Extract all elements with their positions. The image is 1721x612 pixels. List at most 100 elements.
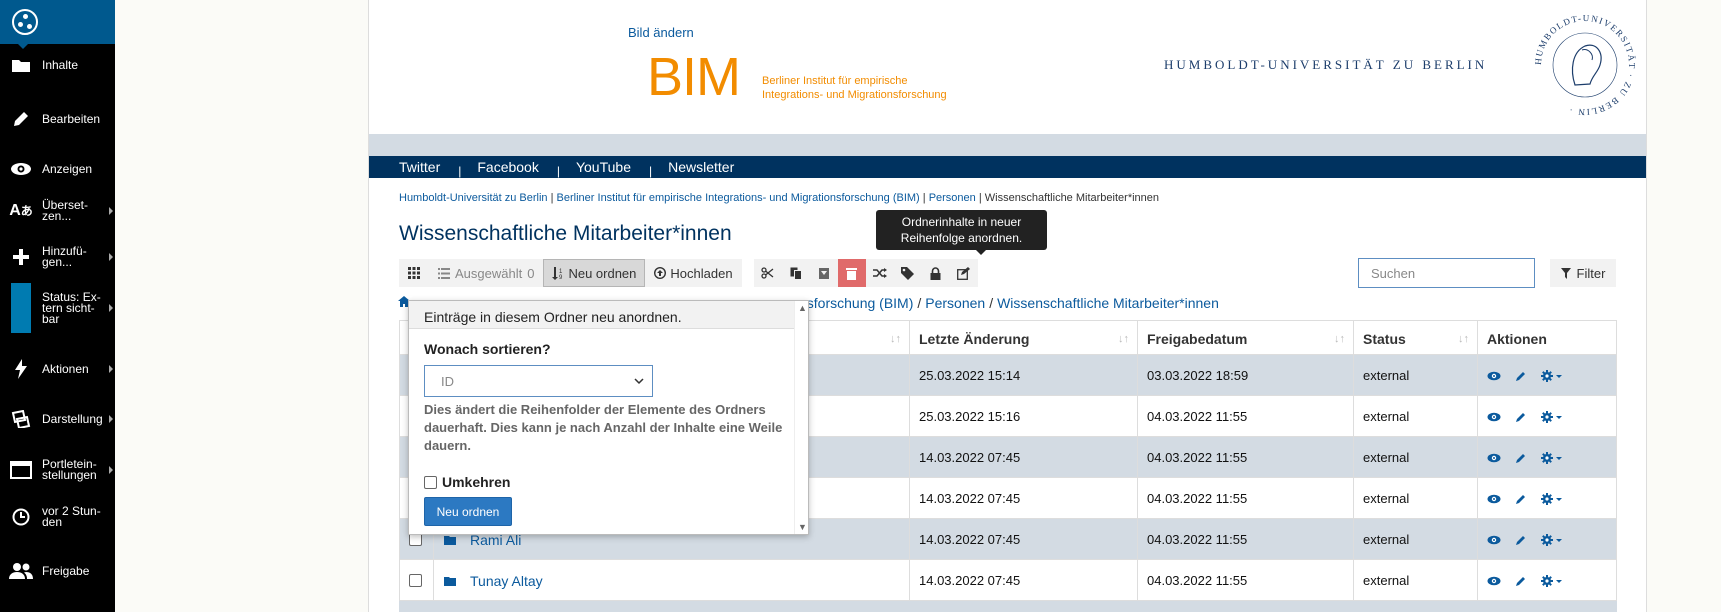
path-segment-personen[interactable]: Personen — [925, 295, 985, 311]
sort-icon: ↓↑ — [1334, 332, 1345, 345]
toolbar-item-portlets[interactable]: Portletein-stellungen — [0, 453, 115, 487]
row-status: external — [1353, 560, 1477, 601]
toolbar-item-darstellung[interactable]: Darstellung — [0, 408, 115, 430]
properties-edit-icon[interactable] — [950, 259, 978, 287]
toolbar-item-freigabe[interactable]: Freigabe — [0, 560, 115, 582]
eye-icon[interactable] — [1487, 412, 1501, 422]
paste-icon[interactable] — [810, 259, 838, 287]
upload-button[interactable]: Hochladen — [645, 259, 742, 287]
bim-logo-subtitle: Berliner Institut für empirische Integra… — [762, 74, 947, 102]
row-actions — [1477, 519, 1617, 560]
status-icon — [0, 283, 42, 333]
pencil-icon[interactable] — [1515, 493, 1527, 505]
row-actions — [1477, 437, 1617, 478]
folder-icon — [444, 576, 456, 586]
bim-subtitle-line1: Berliner Institut für empirische — [762, 75, 908, 87]
portlet-icon — [0, 461, 42, 479]
change-image-link[interactable]: Bild ändern — [628, 25, 694, 40]
bim-logo[interactable]: BIM — [647, 50, 741, 104]
table-row[interactable]: Tunay Altay 14.03.2022 07:45 04.03.2022 11… — [399, 560, 1617, 601]
filter-label: Filter — [1576, 265, 1606, 281]
eye-icon[interactable] — [1487, 576, 1501, 586]
cut-icon[interactable] — [754, 259, 782, 287]
hu-seal-text: HUMBOLDT-UNIVERSITÄT · ZU BERLIN · — [1533, 13, 1636, 117]
popover-scrollbar[interactable]: ▲ ▼ — [794, 301, 808, 534]
copy-icon[interactable] — [782, 259, 810, 287]
submenu-arrow-icon — [109, 304, 113, 312]
row-modified: 14.03.2022 07:45 — [909, 519, 1137, 560]
breadcrumb-hu[interactable]: Humboldt-Universität zu Berlin — [399, 192, 548, 204]
tooltip-line2: Reihenfolge anordnen. — [900, 231, 1023, 245]
pencil-icon[interactable] — [1515, 411, 1527, 423]
filter-icon — [1560, 267, 1571, 279]
eye-icon[interactable] — [1487, 371, 1501, 381]
scroll-down-icon[interactable]: ▼ — [798, 522, 807, 532]
pencil-icon[interactable] — [1515, 370, 1527, 382]
pencil-icon[interactable] — [1515, 452, 1527, 464]
search-input[interactable]: Suchen — [1358, 258, 1535, 288]
bolt-icon — [0, 359, 42, 379]
toolbar-item-aktionen[interactable]: Aktionen — [0, 358, 115, 380]
toolbar-item-anzeigen[interactable]: Anzeigen — [0, 158, 115, 180]
gear-icon[interactable] — [1541, 410, 1563, 423]
rename-shuffle-icon[interactable] — [866, 259, 894, 287]
eye-icon[interactable] — [1487, 453, 1501, 463]
gear-icon[interactable] — [1541, 574, 1563, 587]
row-status: external — [1353, 396, 1477, 437]
column-header-modified[interactable]: Letzte Änderung ↓↑ — [909, 321, 1137, 356]
gear-icon[interactable] — [1541, 492, 1563, 505]
gear-icon[interactable] — [1541, 451, 1563, 464]
row-actions — [1477, 478, 1617, 519]
toolbar-item-bearbeiten[interactable]: Bearbeiten — [0, 108, 115, 130]
path-segment-current[interactable]: Wissenschaftliche Mitarbeiter*innen — [997, 295, 1219, 311]
display-icon — [0, 410, 42, 428]
toolbar-item-uebersetzen[interactable]: Aあ Überset-zen... — [0, 194, 115, 228]
tags-icon[interactable] — [894, 259, 922, 287]
plone-logo[interactable] — [0, 0, 115, 49]
path-segment-bim[interactable]: nsforschung (BIM) — [799, 295, 913, 311]
row-title-link[interactable]: Tunay Altay — [470, 573, 543, 589]
reorder-submit-button[interactable]: Neu ordnen — [424, 497, 512, 526]
toolbar-item-status[interactable]: Status: Ex-tern sicht-bar — [0, 283, 115, 333]
gear-icon[interactable] — [1541, 533, 1563, 546]
reverse-checkbox[interactable] — [424, 475, 437, 489]
row-checkbox[interactable] — [409, 574, 422, 587]
eye-icon[interactable] — [1487, 535, 1501, 545]
delete-icon[interactable] — [837, 259, 866, 287]
reverse-label: Umkehren — [442, 474, 511, 490]
row-status: external — [1353, 478, 1477, 519]
reorder-button[interactable]: 19 Neu ordnen — [543, 259, 646, 287]
pencil-icon[interactable] — [1515, 534, 1527, 546]
toolbar-label: Freigabe — [42, 563, 90, 578]
filter-button[interactable]: Filter — [1550, 259, 1616, 287]
pencil-icon[interactable] — [1515, 575, 1527, 587]
column-header-published[interactable]: Freigabedatum ↓↑ — [1137, 321, 1353, 356]
toolbar-item-inhalte[interactable]: Inhalte — [0, 54, 115, 76]
breadcrumb-personen[interactable]: Personen — [929, 192, 976, 204]
reverse-option[interactable]: Umkehren — [424, 474, 510, 490]
folder-contents-toolbar: Ausgewählt 0 19 Neu ordnen Hochladen — [399, 259, 978, 287]
nav-facebook[interactable]: Facebook — [461, 159, 538, 175]
breadcrumb-current: Wissenschaftliche Mitarbeiter*innen — [984, 192, 1160, 204]
eye-icon[interactable] — [1487, 494, 1501, 504]
hu-wordmark[interactable]: HUMBOLDT-UNIVERSITÄT ZU BERLIN — [1164, 57, 1487, 73]
column-header-status[interactable]: Status ↓↑ — [1353, 321, 1477, 356]
scroll-up-icon[interactable]: ▲ — [798, 303, 807, 313]
toolbar-item-hinzufuegen[interactable]: Hinzufü-gen... — [0, 240, 115, 274]
nav-newsletter[interactable]: Newsletter — [652, 159, 734, 175]
gear-icon[interactable] — [1541, 369, 1563, 382]
nav-twitter[interactable]: Twitter — [369, 159, 440, 175]
upload-icon — [654, 267, 667, 279]
column-header-actions: Aktionen — [1477, 321, 1617, 356]
breadcrumb-bim[interactable]: Berliner Institut für empirische Integra… — [557, 192, 920, 204]
svg-text:9: 9 — [559, 275, 563, 280]
columns-button[interactable] — [399, 259, 429, 287]
lock-icon[interactable] — [922, 259, 950, 287]
pencil-icon — [0, 110, 42, 128]
selected-button[interactable]: Ausgewählt 0 — [429, 259, 544, 287]
toolbar-item-history[interactable]: vor 2 Stun-den — [0, 500, 115, 534]
hu-seal-logo[interactable]: HUMBOLDT-UNIVERSITÄT · ZU BERLIN · — [1530, 10, 1640, 120]
sort-by-select[interactable]: ID — [424, 365, 653, 397]
plone-toolbar: Inhalte Bearbeiten Anzeigen Aあ Überset-z… — [0, 0, 115, 612]
nav-youtube[interactable]: YouTube — [560, 159, 631, 175]
